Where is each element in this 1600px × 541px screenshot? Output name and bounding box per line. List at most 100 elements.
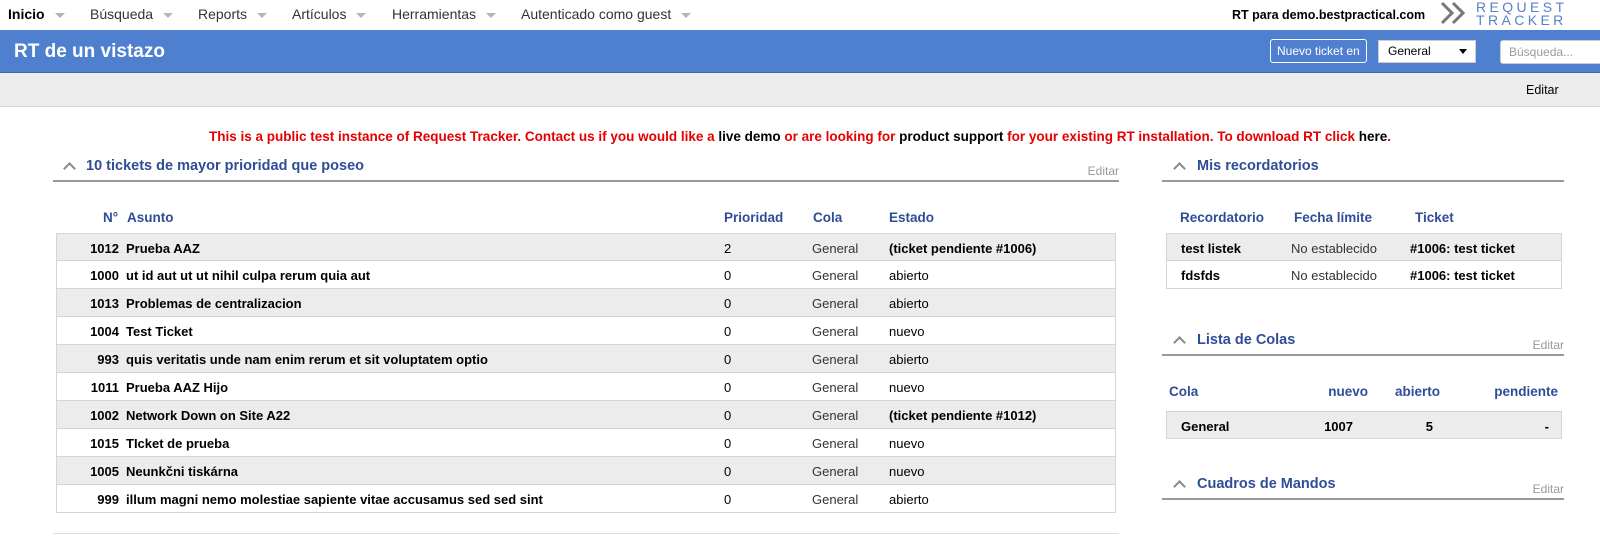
new-ticket-button[interactable]: Nuevo ticket en: [1270, 39, 1367, 63]
ticket-subject-link[interactable]: illum magni nemo molestiae sapiente vita…: [126, 492, 543, 507]
product-support-link[interactable]: product support: [899, 129, 1003, 144]
reminder-link[interactable]: test listek: [1181, 241, 1241, 256]
ticket-priority: 0: [724, 352, 732, 367]
ticket-subject-link[interactable]: Problemas de centralizacion: [126, 296, 302, 311]
collapse-chevron-icon[interactable]: [63, 162, 76, 175]
menu-item-busqueda[interactable]: Búsqueda: [90, 6, 174, 22]
ticket-status: nuevo: [889, 436, 925, 451]
collapse-chevron-icon[interactable]: [1173, 336, 1186, 349]
tickets-widget-header: 10 tickets de mayor prioridad que poseo …: [53, 156, 1119, 182]
reminders-widget-header: Mis recordatorios: [1162, 156, 1564, 182]
ticket-queue: General: [812, 380, 859, 395]
ticket-priority: 2: [724, 241, 732, 256]
ticket-status: nuevo: [889, 324, 925, 339]
ticket-subject-link[interactable]: Prueba AAZ Hijo: [126, 380, 228, 395]
ticket-subject-link[interactable]: Neunkčni tiskárna: [126, 464, 238, 479]
dashboards-widget-header: Cuadros de Mandos Editar: [1162, 474, 1564, 500]
col-header-id[interactable]: N°: [103, 210, 118, 225]
dashboards-widget-title[interactable]: Cuadros de Mandos: [1197, 476, 1336, 492]
ticket-subject-link[interactable]: ut id aut ut ut nihil culpa rerum quia a…: [126, 268, 370, 283]
ticket-status[interactable]: (ticket pendiente #1006): [889, 241, 1036, 256]
col-header-subject[interactable]: Asunto: [127, 210, 174, 225]
ticket-row[interactable]: 1012 Prueba AAZ 2 General (ticket pendiente …: [56, 233, 1116, 261]
page-header: RT de un vistazo Nuevo ticket en General: [0, 30, 1600, 73]
ticket-row[interactable]: 1013 Problemas de centralizacion 0 General a…: [56, 289, 1116, 317]
ticket-status[interactable]: (ticket pendiente #1012): [889, 408, 1036, 423]
ticket-subject-link[interactable]: Network Down on Site A22: [126, 408, 290, 423]
queue-open-count[interactable]: 5: [1393, 419, 1433, 434]
ticket-priority: 0: [724, 464, 732, 479]
ticket-id-link[interactable]: 1012: [57, 241, 119, 256]
tickets-widget-title[interactable]: 10 tickets de mayor prioridad que poseo: [86, 158, 364, 174]
ticket-row[interactable]: 1005 Neunkčni tiskárna 0 General nuevo: [56, 457, 1116, 485]
collapse-chevron-icon[interactable]: [1173, 162, 1186, 175]
ticket-row[interactable]: 1015 TIcket de prueba 0 General nuevo: [56, 429, 1116, 457]
queues-widget-title[interactable]: Lista de Colas: [1197, 332, 1295, 348]
queue-name-link[interactable]: General: [1181, 419, 1229, 434]
ticket-id-link[interactable]: 1015: [57, 436, 119, 451]
ticket-row[interactable]: 1004 Test Ticket 0 General nuevo: [56, 317, 1116, 345]
ticket-row[interactable]: 1000 ut id aut ut ut nihil culpa rerum qu…: [56, 261, 1116, 289]
ticket-row[interactable]: 1002 Network Down on Site A22 0 General (tic…: [56, 401, 1116, 429]
collapse-chevron-icon[interactable]: [1173, 480, 1186, 493]
ticket-id-link[interactable]: 999: [57, 492, 119, 507]
live-demo-link[interactable]: live demo: [718, 129, 780, 144]
ticket-priority: 0: [724, 268, 732, 283]
ticket-id-link[interactable]: 1005: [57, 464, 119, 479]
ticket-subject-link[interactable]: Test Ticket: [126, 324, 193, 339]
col-header-status[interactable]: Estado: [889, 210, 934, 225]
notice-text: or are looking for: [780, 129, 900, 144]
ticket-id-link[interactable]: 1011: [57, 380, 119, 395]
chevron-down-icon: [681, 12, 692, 18]
chevron-down-icon: [163, 12, 174, 18]
widget-divider: [53, 533, 1119, 534]
queue-new-count[interactable]: 1007: [1303, 419, 1353, 434]
ticket-queue: General: [812, 241, 859, 256]
request-tracker-logo[interactable]: REQUEST TRACKER: [1440, 0, 1600, 28]
reminder-link[interactable]: fdsfds: [1181, 268, 1220, 283]
col-header-priority[interactable]: Prioridad: [724, 210, 783, 225]
page-subbar: Editar: [0, 73, 1600, 107]
menu-item-inicio[interactable]: Inicio: [8, 6, 65, 22]
ticket-row[interactable]: 1011 Prueba AAZ Hijo 0 General nuevo: [56, 373, 1116, 401]
ticket-id-link[interactable]: 1013: [57, 296, 119, 311]
ticket-row[interactable]: 993 quis veritatis unde nam enim rerum et…: [56, 345, 1116, 373]
reminder-ticket-link[interactable]: #1006: test ticket: [1410, 241, 1515, 256]
ticket-row[interactable]: 999 illum magni nemo molestiae sapiente v…: [56, 485, 1116, 513]
queues-widget-edit[interactable]: Editar: [1533, 338, 1564, 352]
ticket-subject-link[interactable]: quis veritatis unde nam enim rerum et si…: [126, 352, 488, 367]
download-here-link[interactable]: here: [1359, 129, 1388, 144]
menu-label: Herramientas: [392, 6, 477, 22]
ticket-status: nuevo: [889, 380, 925, 395]
queue-pending-count[interactable]: -: [1497, 419, 1549, 434]
menu-item-user[interactable]: Autenticado como guest: [521, 6, 692, 22]
ticket-queue: General: [812, 492, 859, 507]
ticket-id-link[interactable]: 1000: [57, 268, 119, 283]
ticket-id-link[interactable]: 1002: [57, 408, 119, 423]
menu-item-herramientas[interactable]: Herramientas: [392, 6, 497, 22]
ticket-subject-link[interactable]: Prueba AAZ: [126, 241, 200, 256]
rt-instance-label: RT para demo.bestpractical.com: [1232, 8, 1426, 22]
edit-homepage-link[interactable]: Editar: [1526, 83, 1559, 97]
ticket-queue: General: [812, 408, 859, 423]
menu-item-reports[interactable]: Reports: [198, 6, 268, 22]
menu-label: Búsqueda: [90, 6, 154, 22]
reminders-widget-title[interactable]: Mis recordatorios: [1197, 158, 1319, 174]
menu-item-articulos[interactable]: Artículos: [292, 6, 367, 22]
ticket-id-link[interactable]: 993: [57, 352, 119, 367]
dashboards-widget-edit[interactable]: Editar: [1533, 482, 1564, 496]
menu-label: Artículos: [292, 6, 347, 22]
reminder-ticket-link[interactable]: #1006: test ticket: [1410, 268, 1515, 283]
notice-text: for your existing RT installation. To do…: [1003, 129, 1359, 144]
tickets-widget-edit[interactable]: Editar: [1088, 164, 1119, 178]
col-header-queue: Cola: [1169, 384, 1199, 399]
col-header-new: nuevo: [1328, 384, 1368, 399]
ticket-subject-link[interactable]: TIcket de prueba: [126, 436, 229, 451]
search-input[interactable]: [1500, 40, 1600, 64]
queue-select[interactable]: General: [1378, 40, 1476, 63]
queue-select-value: General: [1388, 44, 1431, 58]
col-header-queue[interactable]: Cola: [813, 210, 842, 225]
ticket-priority: 0: [724, 436, 732, 451]
ticket-status: abierto: [889, 296, 929, 311]
ticket-id-link[interactable]: 1004: [57, 324, 119, 339]
